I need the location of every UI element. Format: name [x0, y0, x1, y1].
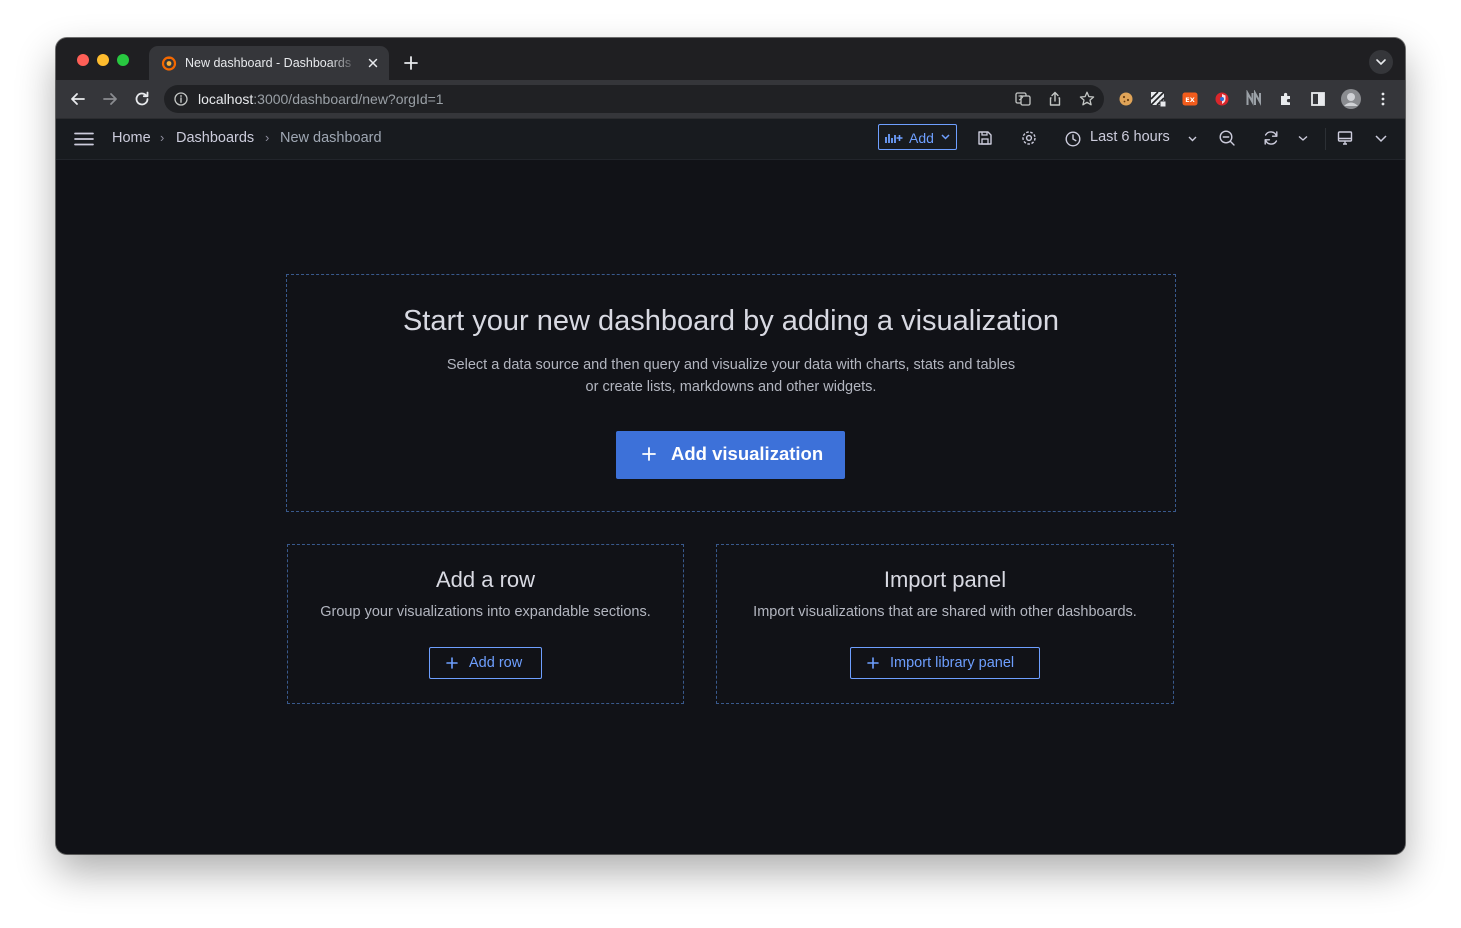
add-panel-icon: [885, 134, 903, 143]
add-row-title: Add a row: [435, 567, 536, 592]
clock-icon: [1065, 131, 1081, 147]
breadcrumb-current: New dashboard: [280, 130, 382, 146]
import-panel-card: Import panel Import visualizations that …: [716, 544, 1174, 704]
side-panel-icon[interactable]: [1309, 90, 1327, 108]
grafana-header: Home › Dashboards › New dashboard Add La…: [56, 119, 1405, 160]
header-divider: [1325, 128, 1326, 150]
zoom-out-icon[interactable]: [1218, 129, 1236, 147]
import-library-panel-label: Import library panel: [890, 655, 1015, 671]
refresh-icon[interactable]: [1262, 129, 1280, 147]
settings-gear-icon[interactable]: [1020, 129, 1038, 147]
add-row-label: Add row: [469, 655, 523, 671]
site-info-icon[interactable]: [174, 92, 188, 106]
time-range-label: Last 6 hours: [1090, 129, 1170, 145]
browser-window: New dashboard - Dashboards - Grafana: [56, 38, 1405, 854]
share-icon[interactable]: [1046, 90, 1064, 108]
browser-menu-icon[interactable]: [1374, 90, 1392, 108]
browser-toolbar: localhost:3000/dashboard/new?orgId=1 EX: [56, 80, 1405, 119]
menu-icon[interactable]: [74, 132, 94, 146]
add-row-button[interactable]: Add row: [429, 647, 542, 679]
tab-search-button[interactable]: [1369, 50, 1393, 74]
hero-title: Start your new dashboard by adding a vis…: [402, 305, 1060, 337]
grafana-logo-icon: [161, 56, 177, 71]
hero-description-line-1: Select a data source and then query and …: [446, 357, 1016, 373]
cookie-extension-icon[interactable]: [1117, 90, 1135, 108]
add-visualization-label: Add visualization: [671, 443, 824, 464]
reload-icon[interactable]: [132, 89, 152, 109]
chevron-down-icon: [941, 134, 950, 140]
dashboard-canvas: Start your new dashboard by adding a vis…: [56, 160, 1405, 854]
chevron-down-icon: [1376, 59, 1386, 66]
svg-text:EX: EX: [1185, 96, 1194, 104]
refresh-interval-chevron-icon[interactable]: [1296, 129, 1310, 147]
minimize-window-button[interactable]: [97, 54, 109, 66]
tab-strip: New dashboard - Dashboards - Grafana: [56, 38, 1405, 80]
puzzle-extensions-icon[interactable]: [1277, 90, 1295, 108]
import-panel-title: Import panel: [883, 567, 1007, 592]
back-arrow-icon[interactable]: [68, 89, 88, 109]
close-tab-icon[interactable]: [365, 55, 381, 71]
add-row-card: Add a row Group your visualizations into…: [287, 544, 684, 704]
import-library-panel-button[interactable]: Import library panel: [850, 647, 1040, 679]
ex-extension-icon[interactable]: EX: [1181, 90, 1199, 108]
translate-icon[interactable]: [1014, 90, 1032, 108]
add-button-label: Add: [909, 130, 934, 146]
browser-tab-active[interactable]: New dashboard - Dashboards - Grafana: [149, 46, 389, 80]
address-bar[interactable]: localhost:3000/dashboard/new?orgId=1: [164, 85, 1104, 113]
add-dropdown-button[interactable]: Add: [878, 124, 957, 150]
plus-icon: [642, 447, 656, 461]
hero-description-line-2: or create lists, markdowns and other wid…: [585, 379, 877, 395]
chevron-down-icon: [1188, 136, 1197, 142]
breadcrumb-separator: ›: [265, 130, 270, 145]
profile-avatar-icon[interactable]: [1340, 88, 1362, 110]
save-icon[interactable]: [976, 129, 994, 147]
collapse-chevron-icon[interactable]: [1372, 129, 1390, 147]
breadcrumb-dashboards[interactable]: Dashboards: [176, 130, 254, 146]
close-window-button[interactable]: [77, 54, 89, 66]
bookmark-star-icon[interactable]: [1078, 90, 1096, 108]
maximize-window-button[interactable]: [117, 54, 129, 66]
forward-arrow-icon[interactable]: [100, 89, 120, 109]
plus-icon: [867, 657, 879, 669]
n-extension-icon[interactable]: [1245, 90, 1263, 108]
time-range-picker[interactable]: Last 6 hours: [1064, 127, 1202, 151]
url-text: localhost:3000/dashboard/new?orgId=1: [198, 91, 444, 107]
empty-dashboard-hero: Start your new dashboard by adding a vis…: [286, 274, 1176, 512]
breadcrumb-home[interactable]: Home: [112, 130, 151, 146]
add-row-description: Group your visualizations into expandabl…: [320, 604, 651, 620]
pattern-extension-icon[interactable]: [1149, 90, 1167, 108]
plus-icon: [446, 657, 458, 669]
breadcrumb-separator: ›: [160, 130, 165, 145]
red-shield-extension-icon[interactable]: [1213, 90, 1231, 108]
new-tab-icon[interactable]: [399, 51, 423, 75]
tv-mode-icon[interactable]: [1336, 129, 1354, 147]
add-visualization-button[interactable]: Add visualization: [616, 431, 845, 479]
import-panel-description: Import visualizations that are shared wi…: [753, 604, 1137, 620]
